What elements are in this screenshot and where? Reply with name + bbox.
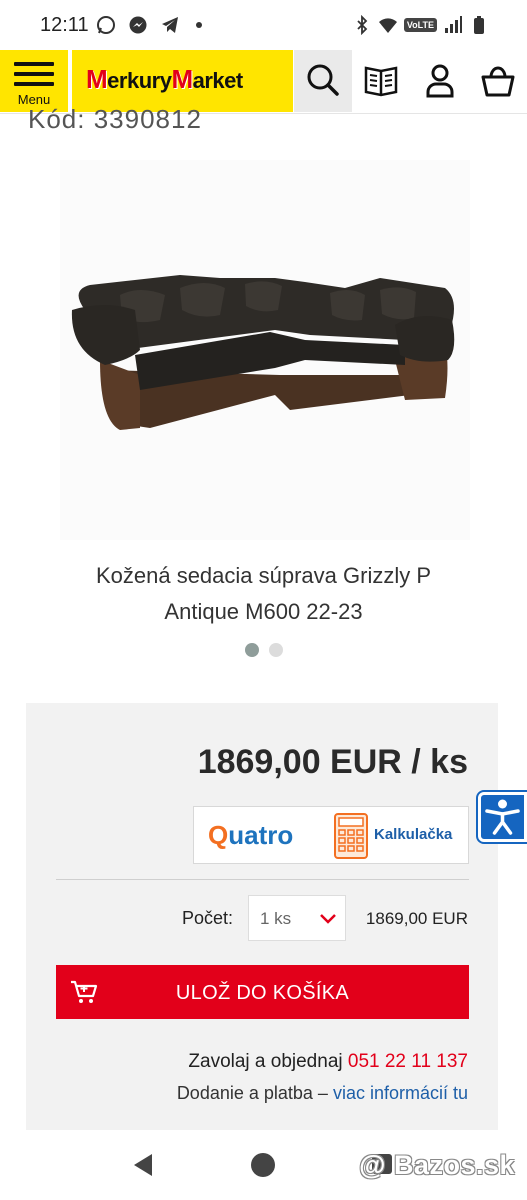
quatro-calculator-button[interactable]: Quatro Kalkulačka — [193, 806, 469, 864]
status-time: 12:11 — [40, 14, 89, 36]
quantity-total: 1869,00 EUR — [365, 909, 468, 928]
telegram-icon — [162, 17, 178, 33]
quatro-label: Kalkulačka — [374, 826, 453, 843]
signal-icon — [445, 16, 462, 33]
chevron-down-icon — [320, 914, 336, 924]
product-price: 1869,00 EUR / ks — [197, 743, 468, 781]
system-nav-bar: @ Bazos.sk — [0, 1130, 527, 1200]
add-to-cart-label: ULOŽ DO KOŠÍKA — [175, 982, 350, 1004]
battery-icon — [474, 16, 484, 34]
watermark: @ Bazos.sk — [359, 1150, 515, 1180]
menu-button[interactable]: Menu — [0, 50, 68, 112]
account-icon[interactable] — [420, 60, 460, 100]
search-button[interactable] — [294, 50, 352, 112]
product-code: Kód: 3390812 — [28, 104, 202, 134]
call-to-order: Zavolaj a objednaj 051 22 11 137 — [188, 1051, 468, 1072]
price-box: 1869,00 EUR / ks Quatro Kalkulačka Počet… — [26, 703, 498, 1130]
merkury-market-logo: MerkuryMarket — [86, 64, 243, 94]
accessibility-icon — [485, 799, 520, 835]
back-icon[interactable] — [130, 1152, 156, 1178]
dot-icon — [196, 22, 202, 28]
delivery-info: Dodanie a platba – viac informácií tu — [176, 1083, 468, 1103]
carousel-dot-1[interactable] — [244, 643, 259, 657]
product-title: Kožená sedacia súprava Grizzly P Antique… — [95, 563, 432, 624]
product-image[interactable] — [60, 160, 470, 540]
whatsapp-icon — [97, 16, 115, 34]
bluetooth-icon — [357, 15, 368, 35]
accessibility-button[interactable] — [478, 792, 527, 842]
wifi-icon — [378, 18, 397, 33]
status-bar: 12:11 VoLTE — [0, 0, 527, 50]
quantity-label: Počet: — [182, 908, 234, 928]
catalog-icon[interactable] — [361, 60, 401, 100]
carousel-dot-2[interactable] — [268, 643, 283, 657]
notification-icons — [96, 15, 202, 35]
home-icon[interactable] — [251, 1153, 275, 1177]
volte-icon: VoLTE — [403, 18, 437, 32]
sofa-image — [71, 275, 455, 430]
quatro-logo: Quatro — [208, 820, 294, 850]
divider — [56, 879, 469, 880]
system-icons: VoLTE — [352, 15, 489, 35]
carousel-dots — [0, 643, 527, 657]
messenger-icon — [129, 16, 147, 34]
calculator-icon — [334, 813, 368, 859]
add-to-cart-button[interactable]: ULOŽ DO KOŠÍKA — [56, 965, 469, 1019]
hamburger-icon — [14, 62, 54, 92]
quantity-value: 1 ks — [260, 909, 292, 928]
shopping-bag-icon[interactable] — [478, 60, 518, 100]
phone-link[interactable]: 051 22 11 137 — [348, 1051, 468, 1072]
quantity-select[interactable]: 1 ks — [248, 895, 346, 941]
logo-link[interactable]: MerkuryMarket — [72, 50, 293, 112]
delivery-info-link[interactable]: viac informácií tu — [333, 1083, 468, 1103]
search-icon — [307, 64, 339, 96]
